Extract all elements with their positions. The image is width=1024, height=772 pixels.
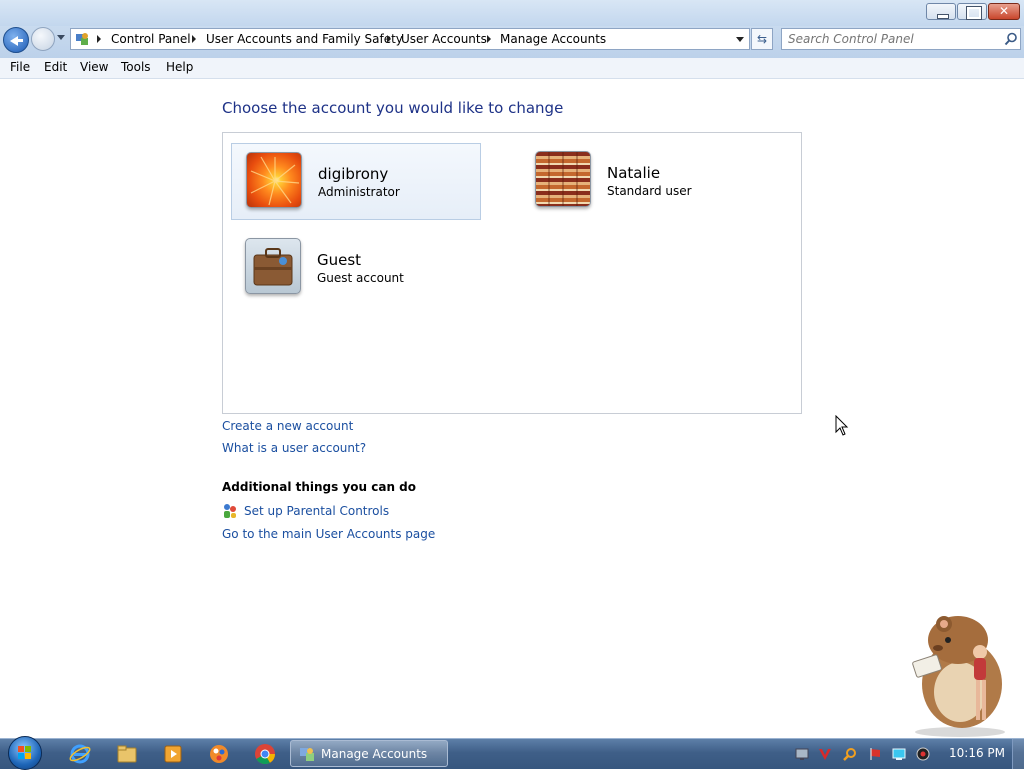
- account-type: Standard user: [607, 184, 692, 198]
- back-button[interactable]: [3, 27, 29, 53]
- start-button[interactable]: [8, 736, 42, 770]
- refresh-button[interactable]: ⇆: [751, 28, 773, 50]
- account-tile-guest[interactable]: Guest Guest account: [231, 230, 481, 307]
- breadcrumb-separator-icon[interactable]: [97, 35, 101, 43]
- search-icon[interactable]: [1004, 32, 1018, 46]
- minimize-button[interactable]: [926, 3, 956, 20]
- breadcrumb-separator-icon[interactable]: [387, 35, 391, 43]
- what-is-account-link[interactable]: What is a user account?: [222, 441, 366, 455]
- windows-explorer-icon[interactable]: [115, 742, 139, 766]
- additional-tasks-heading: Additional things you can do: [222, 480, 417, 494]
- account-type: Guest account: [317, 271, 404, 285]
- menu-tools[interactable]: Tools: [121, 60, 151, 74]
- show-desktop-button[interactable]: [1012, 739, 1024, 769]
- address-bar[interactable]: Control Panel User Accounts and Family S…: [70, 28, 750, 50]
- control-panel-icon: [300, 748, 314, 761]
- search-input[interactable]: [788, 31, 998, 47]
- account-type: Administrator: [318, 185, 400, 199]
- menu-edit[interactable]: Edit: [44, 60, 67, 74]
- breadcrumb-user-accounts[interactable]: User Accounts: [401, 32, 487, 46]
- clock[interactable]: 10:16 PM: [949, 746, 1005, 760]
- flag-tray-icon[interactable]: [868, 747, 882, 761]
- paint-app-icon[interactable]: [207, 742, 231, 766]
- windows-logo-icon: [18, 746, 31, 759]
- mouse-cursor-icon: [835, 415, 849, 436]
- control-panel-icon: [76, 33, 88, 45]
- volume-tray-icon[interactable]: [916, 747, 930, 761]
- antivirus-tray-icon[interactable]: [818, 747, 832, 761]
- breadcrumb-user-accounts-family-safety[interactable]: User Accounts and Family Safety: [206, 32, 403, 46]
- media-player-icon[interactable]: [161, 742, 185, 766]
- address-history-dropdown[interactable]: [736, 37, 744, 42]
- network-tray-icon[interactable]: [795, 747, 809, 761]
- suitcase-picture: [245, 238, 301, 294]
- breadcrumb-separator-icon[interactable]: [487, 35, 491, 43]
- parental-controls-link[interactable]: Set up Parental Controls: [244, 504, 389, 518]
- create-account-link[interactable]: Create a new account: [222, 419, 353, 433]
- recent-pages-dropdown[interactable]: [57, 35, 65, 40]
- menu-bar: File Edit View Tools Help: [0, 58, 1024, 79]
- hamster-gadget-icon: [912, 616, 1005, 737]
- chrome-icon[interactable]: [253, 742, 277, 766]
- taskbar: Manage Accounts 10:16 PM: [0, 736, 1024, 770]
- forward-button[interactable]: [31, 27, 55, 51]
- account-tile-natalie[interactable]: Natalie Standard user: [521, 143, 771, 220]
- account-name: Guest: [317, 251, 362, 269]
- search-tray-icon[interactable]: [843, 747, 857, 761]
- breadcrumb-separator-icon[interactable]: [192, 35, 196, 43]
- breadcrumb-control-panel[interactable]: Control Panel: [111, 32, 191, 46]
- display-tray-icon[interactable]: [892, 747, 906, 761]
- orange-flower-picture: [246, 152, 302, 208]
- taskbar-button-manage-accounts[interactable]: Manage Accounts: [290, 740, 448, 767]
- page-title: Choose the account you would like to cha…: [222, 99, 564, 117]
- parental-controls-icon: [224, 504, 236, 518]
- account-name: Natalie: [607, 164, 661, 182]
- navigation-bar: Control Panel User Accounts and Family S…: [0, 26, 1024, 58]
- close-button[interactable]: [988, 3, 1020, 20]
- menu-file[interactable]: File: [10, 60, 30, 74]
- account-name: digibrony: [318, 165, 389, 183]
- menu-view[interactable]: View: [80, 60, 108, 74]
- striped-pattern-picture: [535, 151, 591, 207]
- internet-explorer-icon[interactable]: [68, 742, 92, 766]
- accounts-list: digibrony Administrator Natalie Standard…: [222, 132, 802, 414]
- restore-button[interactable]: [957, 3, 987, 20]
- user-accounts-main-page-link[interactable]: Go to the main User Accounts page: [222, 527, 435, 541]
- taskbar-button-label: Manage Accounts: [321, 747, 428, 761]
- account-tile-digibrony[interactable]: digibrony Administrator: [231, 143, 481, 220]
- search-box[interactable]: [781, 28, 1021, 50]
- window-title-bar[interactable]: [0, 0, 1024, 26]
- breadcrumb-manage-accounts[interactable]: Manage Accounts: [500, 32, 606, 46]
- menu-help[interactable]: Help: [166, 60, 193, 74]
